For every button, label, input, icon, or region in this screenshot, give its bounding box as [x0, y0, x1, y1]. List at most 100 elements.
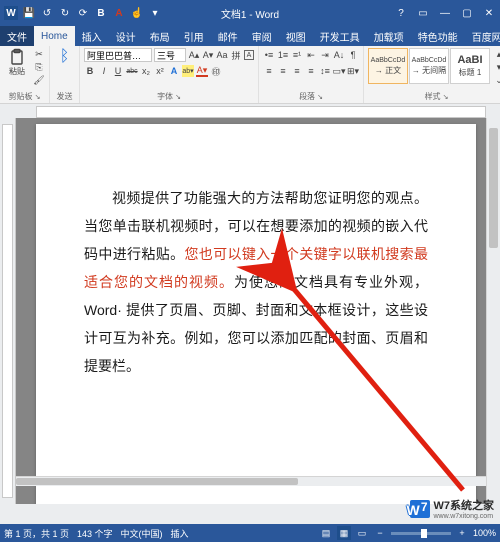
vertical-scrollbar-thumb[interactable]	[489, 128, 498, 248]
clipboard-dialog-launcher-icon[interactable]: ↘	[35, 93, 41, 101]
tab-layout[interactable]: 布局	[143, 26, 177, 46]
tab-addins[interactable]: 加载项	[367, 26, 411, 46]
zoom-slider[interactable]	[391, 532, 451, 535]
multilevel-list-icon[interactable]: ≡¹	[291, 49, 303, 61]
styles-dialog-launcher-icon[interactable]: ↘	[443, 93, 449, 101]
grow-font-icon[interactable]: A▴	[188, 49, 200, 61]
tab-view[interactable]: 视图	[279, 26, 313, 46]
bluetooth-icon: ᛒ	[60, 48, 70, 66]
subscript-icon[interactable]: x₂	[140, 65, 152, 77]
ribbon-display-options-icon[interactable]: ▭	[412, 0, 434, 26]
zoom-slider-thumb[interactable]	[421, 529, 427, 538]
phonetic-guide-icon[interactable]: 拼	[230, 49, 242, 61]
zoom-out-icon[interactable]: −	[373, 526, 387, 540]
borders-icon[interactable]: ⊞▾	[347, 65, 359, 77]
vertical-scrollbar[interactable]	[486, 118, 500, 504]
shrink-font-icon[interactable]: A▾	[202, 49, 214, 61]
styles-expand-icon[interactable]: ⌄	[493, 74, 500, 86]
italic-icon[interactable]: I	[98, 65, 110, 77]
style-heading1[interactable]: AaBI 标题 1	[450, 48, 490, 84]
qat-red-a-icon[interactable]: A	[112, 6, 126, 20]
styles-scroll-down-icon[interactable]: ▾	[493, 61, 500, 73]
highlight-icon[interactable]: ab▾	[182, 65, 194, 77]
font-color-icon[interactable]: A▾	[196, 65, 208, 77]
superscript-icon[interactable]: x²	[154, 65, 166, 77]
increase-indent-icon[interactable]: ⇥	[319, 49, 331, 61]
decrease-indent-icon[interactable]: ⇤	[305, 49, 317, 61]
group-clipboard: 粘贴 ✂ ⎘ 🖌 剪贴板↘	[0, 46, 50, 103]
maximize-icon[interactable]: ▢	[456, 0, 478, 26]
qat-touch-icon[interactable]: ☝	[130, 6, 144, 20]
group-font-label: 字体	[157, 91, 173, 102]
status-word-count[interactable]: 143 个字	[77, 527, 113, 540]
quick-access-toolbar: W 💾 ↺ ↻ ⟳ B A ☝ ▾	[0, 6, 162, 20]
qat-undo-icon[interactable]: ↺	[40, 6, 54, 20]
horizontal-scrollbar-thumb[interactable]	[16, 478, 298, 485]
change-case-icon[interactable]: Aa	[216, 49, 228, 61]
format-painter-icon[interactable]: 🖌	[33, 74, 45, 86]
horizontal-ruler[interactable]	[36, 106, 486, 118]
bluetooth-send-button[interactable]: ᛒ	[54, 48, 75, 66]
group-bluetooth: ᛒ 发送	[50, 46, 80, 103]
close-icon[interactable]: ✕	[478, 0, 500, 26]
font-size-combo[interactable]	[154, 48, 186, 62]
numbering-icon[interactable]: 1≡	[277, 49, 289, 61]
qat-more-icon[interactable]: ▾	[148, 6, 162, 20]
bold-icon[interactable]: B	[84, 65, 96, 77]
view-web-layout-icon[interactable]: ▭	[355, 526, 369, 540]
align-right-icon[interactable]: ≡	[291, 65, 303, 77]
document-page[interactable]: 视频提供了功能强大的方法帮助您证明您的观点。当您单击联机视频时，可以在想要添加的…	[36, 124, 476, 504]
font-name-combo[interactable]	[84, 48, 152, 62]
sort-icon[interactable]: A↓	[333, 49, 345, 61]
group-bluetooth-label: 发送	[54, 91, 75, 102]
align-justify-icon[interactable]: ≡	[305, 65, 317, 77]
style-no-spacing[interactable]: AaBbCcDd → 无间隔	[409, 48, 449, 84]
tab-home[interactable]: Home	[34, 26, 75, 46]
help-icon[interactable]: ?	[390, 0, 412, 26]
status-language[interactable]: 中文(中国)	[121, 527, 163, 540]
view-read-mode-icon[interactable]: ▤	[319, 526, 333, 540]
copy-icon[interactable]: ⎘	[33, 61, 45, 73]
shading-icon[interactable]: ▭▾	[333, 65, 345, 77]
watermark: W7系统之家 www.w7xitong.com	[410, 497, 495, 520]
group-clipboard-label: 剪贴板	[9, 91, 33, 102]
styles-scroll-up-icon[interactable]: ▴	[493, 48, 500, 60]
show-marks-icon[interactable]: ¶	[347, 49, 359, 61]
qat-save-icon[interactable]: 💾	[22, 6, 36, 20]
font-dialog-launcher-icon[interactable]: ↘	[175, 93, 181, 101]
tab-design[interactable]: 设计	[109, 26, 143, 46]
line-spacing-icon[interactable]: ↕≡	[319, 65, 331, 77]
tab-file[interactable]: 文件	[0, 26, 34, 46]
tab-special[interactable]: 特色功能	[411, 26, 465, 46]
qat-redo-icon[interactable]: ↻	[58, 6, 72, 20]
document-paragraph[interactable]: 视频提供了功能强大的方法帮助您证明您的观点。当您单击联机视频时，可以在想要添加的…	[84, 184, 428, 380]
style-normal[interactable]: AaBbCcDd → 正文	[368, 48, 408, 84]
align-center-icon[interactable]: ≡	[277, 65, 289, 77]
zoom-in-icon[interactable]: +	[455, 526, 469, 540]
view-print-layout-icon[interactable]: ▦	[337, 526, 351, 540]
align-left-icon[interactable]: ≡	[263, 65, 275, 77]
strike-icon[interactable]: abc	[126, 65, 138, 77]
bullets-icon[interactable]: •≡	[263, 49, 275, 61]
minimize-icon[interactable]: —	[434, 0, 456, 26]
paragraph-dialog-launcher-icon[interactable]: ↘	[317, 93, 323, 101]
text-effects-icon[interactable]: A	[168, 65, 180, 77]
char-border-icon[interactable]: A	[244, 50, 254, 60]
horizontal-scrollbar[interactable]	[16, 476, 486, 486]
tab-references[interactable]: 引用	[177, 26, 211, 46]
status-insert-mode[interactable]: 插入	[171, 527, 189, 540]
underline-icon[interactable]: U	[112, 65, 124, 77]
tab-insert[interactable]: 插入	[75, 26, 109, 46]
qat-bold-icon[interactable]: B	[94, 6, 108, 20]
tab-baidu[interactable]: 百度网盘	[465, 26, 500, 46]
qat-refresh-icon[interactable]: ⟳	[76, 6, 90, 20]
tab-mailings[interactable]: 邮件	[211, 26, 245, 46]
vertical-ruler[interactable]	[0, 118, 16, 504]
enclose-char-icon[interactable]: ㊞	[210, 65, 222, 77]
cut-icon[interactable]: ✂	[33, 48, 45, 60]
tab-developer[interactable]: 开发工具	[313, 26, 367, 46]
zoom-percent[interactable]: 100%	[473, 528, 496, 538]
tab-review[interactable]: 审阅	[245, 26, 279, 46]
status-page[interactable]: 第 1 页，共 1 页	[4, 527, 69, 540]
paste-button[interactable]: 粘贴	[4, 48, 30, 76]
